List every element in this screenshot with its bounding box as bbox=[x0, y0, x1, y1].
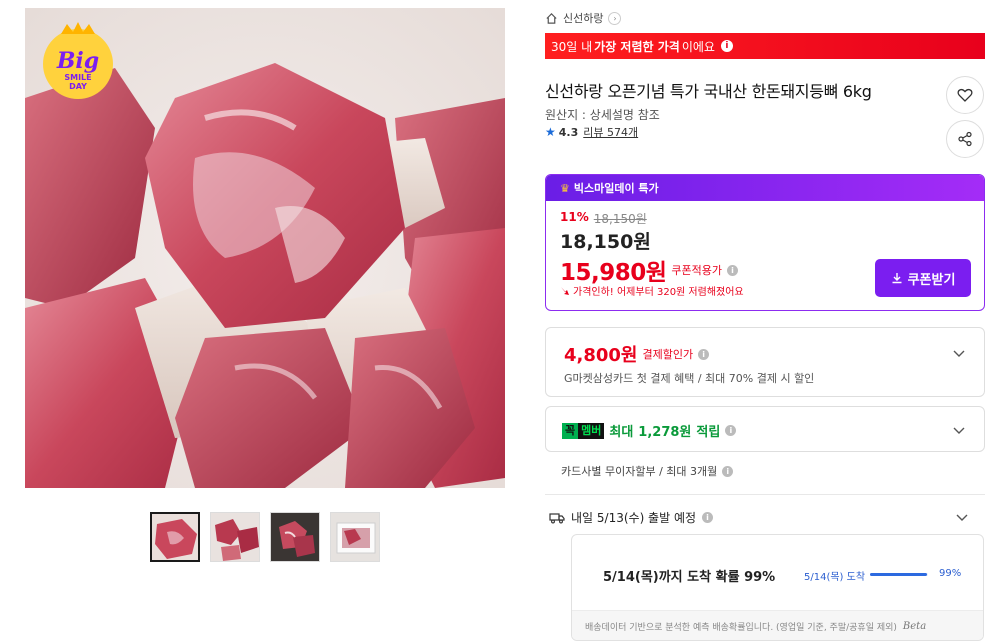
membership-suffix: 적립 bbox=[696, 425, 721, 440]
lowest-price-banner: 30일 내 가장 저렴한 가격 이에요 i bbox=[545, 33, 985, 59]
card-discount-description: G마켓삼성카드 첫 결제 혜택 / 최대 70% 결제 시 할인 bbox=[564, 372, 815, 385]
banner-prefix: 30일 내 bbox=[551, 39, 593, 54]
card-price-row: 4,800원 결제할인가 i bbox=[564, 341, 710, 367]
rating-score: 4.3 bbox=[558, 125, 579, 139]
card-discount-label: 결제할인가 bbox=[642, 348, 694, 361]
chevron-down-icon[interactable] bbox=[952, 423, 966, 437]
review-count-link[interactable]: 리뷰 574개 bbox=[583, 124, 638, 140]
membership-amount: 1,278원 bbox=[638, 425, 692, 440]
badge-big-text: Big bbox=[56, 48, 99, 74]
crown-icon: ♛ bbox=[560, 181, 570, 195]
product-title: 신선하랑 오픈기념 특가 국내산 한돈돼지등뼈 6kg bbox=[545, 82, 872, 101]
thumbnail-3-image bbox=[271, 513, 319, 561]
arrival-headline: 5/14(목)까지 도착 확률 99% bbox=[603, 570, 776, 585]
origin-info: 원산지 : 상세설명 참조 bbox=[545, 108, 660, 122]
heart-icon bbox=[957, 88, 973, 102]
arrival-chart-label: 5/14(목) 도착 bbox=[804, 572, 866, 583]
wishlist-button[interactable] bbox=[946, 76, 984, 114]
special-deal-box: ♛ 빅스마일데이 특가 11% 18,150원 18,150원 15,980원 … bbox=[545, 174, 985, 311]
info-icon[interactable]: i bbox=[720, 40, 733, 52]
arrival-probability-bar bbox=[870, 573, 928, 576]
membership-logo-m: 멤버 bbox=[578, 422, 605, 439]
price-down-arrow-icon bbox=[561, 286, 569, 295]
star-icon: ★ bbox=[545, 125, 556, 139]
arrival-prediction-box: 5/14(목)까지 도착 확률 99% 5/14(목) 도착 99% 배송데이터… bbox=[571, 534, 984, 641]
banner-suffix: 이에요 bbox=[681, 39, 715, 54]
download-icon bbox=[892, 273, 902, 284]
installment-text: 카드사별 무이자할부 / 최대 3개월 bbox=[561, 465, 718, 478]
membership-logo-k: 꼭 bbox=[562, 422, 579, 439]
coupon-price-row: 15,980원 쿠폰적용가 i bbox=[560, 253, 739, 287]
seller-row[interactable]: 신선하랑 › bbox=[545, 9, 622, 27]
price-down-note: 가격인하! 어제부터 320원 저렴해졌어요 bbox=[560, 283, 744, 298]
get-coupon-label: 쿠폰받기 bbox=[907, 271, 956, 287]
arrival-footer-text: 배송데이터 기반으로 분석한 예측 배송확률입니다. (영업일 기준, 주말/공… bbox=[585, 623, 897, 633]
product-info-panel: 신선하랑 › 30일 내 가장 저렴한 가격 이에요 i 신선하랑 오픈기념 특… bbox=[545, 0, 987, 642]
membership-logo: 꼭 멤버 bbox=[562, 422, 605, 439]
main-product-image[interactable]: Big SMILE DAY bbox=[25, 8, 505, 488]
info-icon[interactable]: i bbox=[722, 465, 734, 477]
discount-row: 11% 18,150원 bbox=[560, 210, 647, 227]
membership-prefix: 최대 bbox=[609, 425, 634, 440]
membership-row: 꼭 멤버 최대 1,278원 적립 i bbox=[562, 421, 737, 440]
sale-price: 18,150원 bbox=[560, 231, 651, 253]
thumbnail-4[interactable] bbox=[330, 512, 380, 562]
truck-icon bbox=[549, 512, 565, 523]
installment-info: 카드사별 무이자할부 / 최대 3개월 i bbox=[561, 463, 734, 479]
chevron-right-icon: › bbox=[608, 11, 622, 25]
membership-box[interactable]: 꼭 멤버 최대 1,278원 적립 i bbox=[545, 406, 985, 452]
chevron-down-icon[interactable] bbox=[952, 346, 966, 360]
get-coupon-button[interactable]: 쿠폰받기 bbox=[875, 259, 971, 297]
coupon-price: 15,980원 bbox=[560, 260, 667, 286]
info-icon[interactable]: i bbox=[727, 264, 739, 276]
share-button[interactable] bbox=[946, 120, 984, 158]
thumbnail-4-image bbox=[331, 513, 379, 561]
discount-rate: 11% bbox=[560, 210, 589, 224]
badge-day-text: DAY bbox=[69, 82, 87, 91]
info-icon[interactable]: i bbox=[702, 512, 714, 523]
thumbnail-1-image bbox=[152, 514, 198, 560]
beta-tag: Beta bbox=[902, 621, 927, 632]
info-icon[interactable]: i bbox=[725, 425, 737, 436]
original-price: 18,150원 bbox=[593, 212, 647, 226]
price-down-text: 가격인하! 어제부터 320원 저렴해졌어요 bbox=[573, 287, 744, 298]
badge-smile-text: SMILE bbox=[64, 73, 91, 82]
home-icon bbox=[546, 12, 557, 24]
info-icon[interactable]: i bbox=[698, 348, 710, 360]
card-discount-price: 4,800원 bbox=[564, 345, 638, 366]
thumbnail-2-image bbox=[211, 513, 259, 561]
thumbnail-3[interactable] bbox=[270, 512, 320, 562]
big-smile-day-badge: Big SMILE DAY bbox=[43, 22, 113, 99]
deal-header: ♛ 빅스마일데이 특가 bbox=[546, 175, 984, 201]
divider bbox=[545, 494, 985, 495]
arrival-probability-label: 99% bbox=[939, 568, 962, 579]
rating-row: ★ 4.3 리뷰 574개 bbox=[545, 124, 638, 140]
shipping-text: 내일 5/13(수) 출발 예정 bbox=[571, 511, 697, 525]
coupon-applied-label: 쿠폰적용가 bbox=[671, 264, 723, 277]
card-discount-box[interactable]: 4,800원 결제할인가 i G마켓삼성카드 첫 결제 혜택 / 최대 70% … bbox=[545, 327, 985, 397]
arrival-probability-fill bbox=[870, 573, 928, 576]
chevron-down-icon[interactable] bbox=[955, 510, 969, 524]
seller-name-link[interactable]: 신선하랑 bbox=[563, 10, 603, 26]
thumbnail-2[interactable] bbox=[210, 512, 260, 562]
share-icon bbox=[958, 131, 972, 147]
banner-highlight: 가장 저렴한 가격 bbox=[594, 39, 680, 54]
thumbnail-1[interactable] bbox=[150, 512, 200, 562]
arrival-footer: 배송데이터 기반으로 분석한 예측 배송확률입니다. (영업일 기준, 주말/공… bbox=[572, 610, 983, 640]
deal-header-label: 빅스마일데이 특가 bbox=[573, 182, 659, 195]
shipping-row[interactable]: 내일 5/13(수) 출발 예정 i bbox=[549, 509, 714, 526]
